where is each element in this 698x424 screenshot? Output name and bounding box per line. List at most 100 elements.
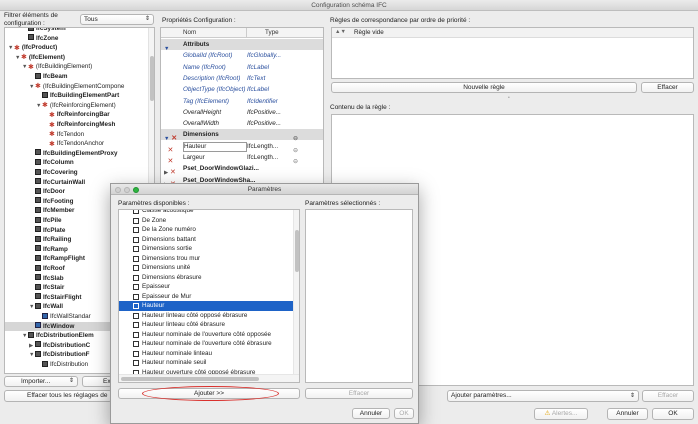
grid-icon [133, 227, 139, 233]
minimize-window-icon[interactable] [124, 186, 130, 193]
tree-item[interactable]: ✱ IfcReinforcingMesh [5, 120, 150, 129]
dialog-ok-button[interactable]: OK [394, 408, 414, 419]
property-row[interactable]: Description (IfcRoot) IfcText [161, 73, 323, 84]
rules-title: Règles de correspondance par ordre de pr… [330, 17, 471, 24]
rule-empty-label: Règle vide [354, 29, 384, 36]
tree-item-label: IfcDistributionC [43, 341, 91, 349]
splitter-handle[interactable]: • [508, 95, 510, 101]
tree-item[interactable]: IfcBeam [5, 72, 150, 81]
tree-item-label: IfcCurtainWall [43, 178, 86, 186]
parameter-item[interactable]: Epaisseur de Mur [119, 292, 294, 302]
available-scrollbar-v[interactable] [293, 210, 299, 375]
tree-item[interactable]: IfcCovering [5, 168, 150, 177]
parameter-item[interactable]: Dimensions trou mur [119, 254, 294, 264]
tree-item[interactable]: ▼✱ (IfcBuildingElement) [5, 62, 150, 71]
available-scroll-thumb-v[interactable] [295, 230, 299, 272]
main-ok-button[interactable]: OK [652, 408, 694, 420]
parameter-item[interactable]: Epaisseur [119, 282, 294, 292]
import-button[interactable]: Importer... ⇕ [4, 376, 78, 387]
asterisk-icon: ✱ [35, 83, 41, 91]
property-row[interactable]: OverallHeight IfcPositive... [161, 107, 323, 118]
alerts-button[interactable]: ⚠ Alertes... [534, 408, 588, 420]
property-row[interactable]: OverallWidth IfcPositive... [161, 118, 323, 129]
tree-item[interactable]: ✱ IfcTendonAnchor [5, 139, 150, 148]
main-cancel-button[interactable]: Annuler [607, 408, 648, 420]
tree-item[interactable]: IfcSystem [5, 28, 150, 33]
property-name: Tag (IfcElement) [183, 97, 229, 105]
parameter-item[interactable]: Dimensions unité [119, 263, 294, 273]
new-rule-button[interactable]: Nouvelle règle [331, 82, 637, 93]
selected-params-list[interactable] [305, 209, 413, 383]
property-row[interactable]: ▼ ✕Dimensions⊖ [161, 129, 323, 142]
property-row[interactable]: ObjectType (IfcObject)IfcLabel [161, 84, 323, 95]
close-window-icon[interactable] [115, 186, 121, 193]
parameters-dialog[interactable]: Paramètres Paramètres disponibles : Para… [110, 183, 419, 424]
properties-table[interactable]: Nom Type ▼Attributs GlobalId (IfcRoot) Ifc… [160, 27, 324, 187]
parameter-label: Dimensions trou mur [142, 254, 201, 262]
filter-select[interactable]: Tous ⇕ [80, 14, 154, 25]
tree-item-label: IfcMember [43, 207, 75, 215]
delete-rule-button[interactable]: Effacer [641, 82, 694, 93]
parameter-item[interactable]: Hauteur linteau côté ébrasure [119, 320, 294, 330]
dialog-delete-button[interactable]: Effacer [305, 388, 413, 399]
properties-title: Propriétés Configuration : [162, 17, 236, 24]
dialog-titlebar[interactable]: Paramètres [111, 184, 418, 195]
parameter-item[interactable]: Hauteur nominale de l'ouverture côté ébr… [119, 339, 294, 349]
parameter-item[interactable]: De la Zone numéro [119, 225, 294, 235]
property-row[interactable]: ✕Hauteur IfcLength...⊖ [161, 140, 323, 154]
rule-row[interactable]: ▲▼ Règle vide [332, 28, 693, 38]
parameter-item[interactable]: Dimensions ébrasure [119, 273, 294, 283]
col-header-type[interactable]: Type [247, 28, 323, 38]
tree-item[interactable]: ✱ IfcReinforcingBar [5, 110, 150, 119]
property-row[interactable]: ✕Largeur IfcLength...⊖ [161, 152, 323, 165]
property-row[interactable]: Name (IfcRoot) IfcLabel [161, 62, 323, 73]
property-row[interactable]: ▶ ✕Pset_DoorWindowGlazi... [161, 163, 323, 176]
delete-parameter-button[interactable]: Effacer [642, 390, 694, 402]
cube-icon [35, 226, 41, 233]
parameter-item[interactable]: Hauteur linteau côté opposé ébrasure [119, 311, 294, 321]
tree-item[interactable]: ▼✱ (IfcProduct) [5, 43, 150, 52]
dialog-cancel-button[interactable]: Annuler [352, 408, 390, 419]
parameter-item[interactable]: Hauteur nominale linteau [119, 349, 294, 359]
parameter-item[interactable]: Hauteur nominale seuil [119, 358, 294, 368]
property-name: GlobalId (IfcRoot) [183, 52, 233, 60]
available-params-list[interactable]: Classe acoustique De Zone De la Zone numér… [118, 209, 300, 383]
parameter-label: Hauteur nominale de l'ouverture côté opp… [142, 330, 271, 338]
tree-item[interactable]: IfcZone [5, 34, 150, 43]
property-name: OverallWidth [183, 120, 219, 128]
tree-item-label: IfcColumn [43, 159, 74, 167]
tree-item[interactable]: ▼✱ (IfcReinforcingElement) [5, 101, 150, 110]
zoom-window-icon[interactable] [133, 186, 139, 193]
add-parameters-button[interactable]: Ajouter paramètres... ⇕ [447, 390, 639, 402]
col-header-name[interactable]: Nom [161, 28, 247, 38]
grid-icon [133, 217, 139, 224]
property-row[interactable]: GlobalId (IfcRoot) IfcGlobally... [161, 50, 323, 61]
tree-item-label: IfcBuildingElementPart [50, 92, 120, 100]
tree-item[interactable]: ▼✱ (IfcBuildingElementCompone [5, 82, 150, 91]
available-scrollbar-h[interactable] [119, 374, 299, 382]
tree-item[interactable]: IfcColumn [5, 158, 150, 167]
grid-icon [133, 360, 139, 366]
parameter-item[interactable]: Dimensions sortie [119, 244, 294, 254]
cube-icon [35, 283, 41, 290]
parameter-item[interactable]: Dimensions battant [119, 235, 294, 245]
tree-item[interactable]: ▼✱ (IfcElement) [5, 53, 150, 62]
tree-scroll-thumb[interactable] [150, 56, 154, 101]
property-row[interactable]: ▼Attributs [161, 39, 323, 52]
parameter-item[interactable]: De Zone [119, 216, 294, 226]
tree-item[interactable]: IfcBuildingElementPart [5, 91, 150, 100]
tree-item-label: IfcRampFlight [43, 255, 85, 263]
highlight-annotation [142, 386, 279, 401]
wall-icon [35, 322, 41, 329]
parameter-item[interactable]: Hauteur nominale de l'ouverture côté opp… [119, 330, 294, 340]
tree-item-label: IfcRailing [43, 236, 72, 244]
tree-item[interactable]: IfcBuildingElementProxy [5, 149, 150, 158]
property-row[interactable]: Tag (IfcElement) IfcIdentifier [161, 96, 323, 107]
reset-all-button[interactable]: Effacer tous les réglages de [4, 390, 112, 402]
parameter-item[interactable]: Hauteur [119, 301, 294, 311]
export-button[interactable]: Ex [82, 376, 112, 387]
tree-item[interactable]: ✱ IfcTendon [5, 130, 150, 139]
rules-list[interactable]: ▲▼ Règle vide [331, 27, 694, 79]
available-scroll-thumb-h[interactable] [121, 377, 259, 381]
parameter-label: Dimensions ébrasure [142, 273, 202, 281]
